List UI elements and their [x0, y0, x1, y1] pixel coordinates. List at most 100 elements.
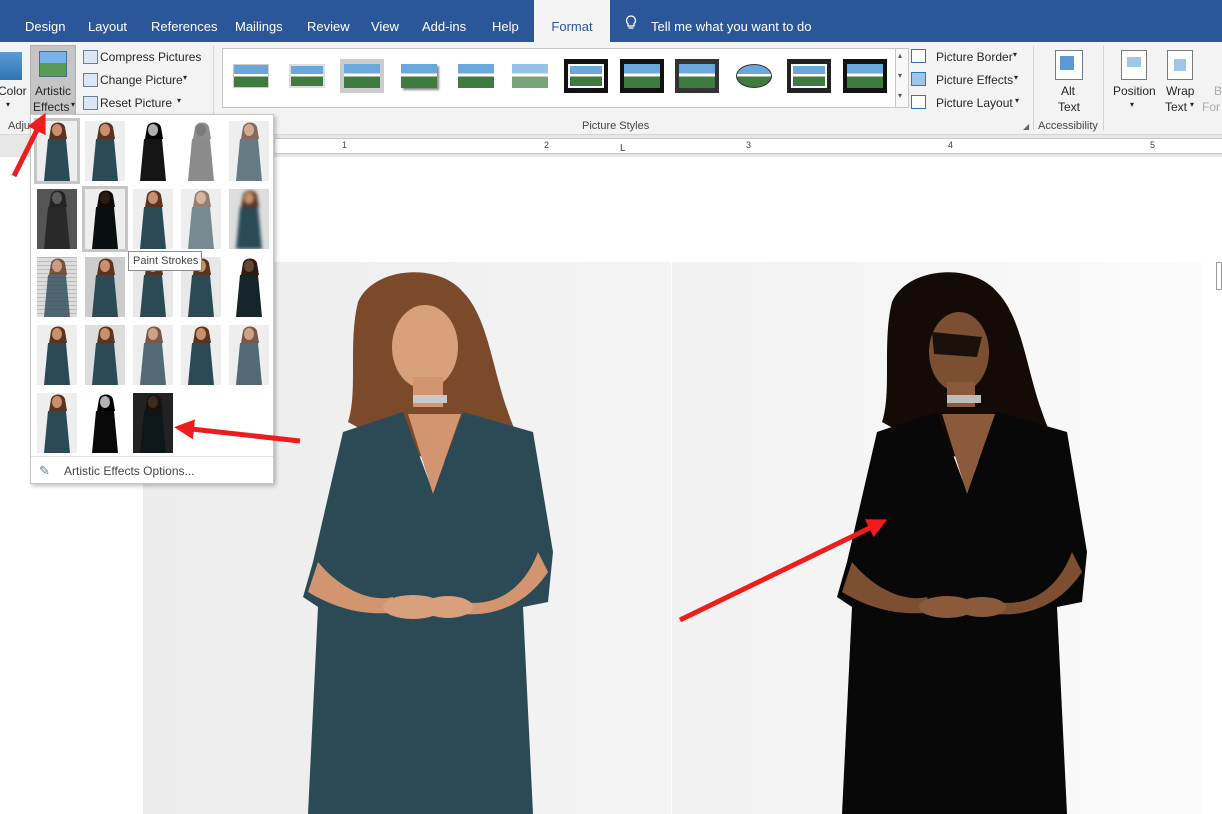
tab-design[interactable]: Design: [25, 0, 65, 42]
picture-styles-gallery: [222, 48, 896, 108]
position-dropdown-icon[interactable]: ▾: [1130, 100, 1134, 109]
effect-paint-brush[interactable]: [37, 189, 77, 249]
artistic-effects-label-2: Effects: [33, 100, 70, 114]
picture-border-icon: [911, 49, 926, 63]
effect-plastic-wrap[interactable]: [133, 325, 173, 385]
tell-me-search[interactable]: Tell me what you want to do: [625, 0, 811, 42]
style-reflected[interactable]: [454, 59, 498, 93]
picture-effects-button[interactable]: Picture Effects: [936, 73, 1013, 87]
change-picture-icon: [83, 73, 98, 87]
effect-glow-edges[interactable]: [37, 393, 77, 453]
bring-forward-label-2[interactable]: For: [1202, 100, 1220, 114]
effect-pastels-smooth[interactable]: [85, 325, 125, 385]
picture-effects-icon: [911, 72, 926, 86]
ruler-number: 5: [1150, 140, 1156, 150]
tab-stop-marker[interactable]: L: [620, 143, 626, 154]
ruler-number: 1: [342, 140, 348, 150]
style-compound-frame[interactable]: [787, 59, 831, 93]
style-oval[interactable]: [732, 59, 776, 93]
layout-options-icon[interactable]: [1216, 262, 1222, 290]
artistic-effects-label-1: Artistic: [35, 84, 71, 98]
ruler-number: 3: [746, 140, 752, 150]
compress-pictures-icon: [83, 50, 98, 64]
picture-styles-group-label: Picture Styles: [582, 120, 650, 132]
tab-review[interactable]: Review: [307, 0, 350, 42]
accessibility-group-label: Accessibility: [1038, 120, 1098, 132]
reset-picture-dropdown-icon[interactable]: ▾: [177, 96, 181, 105]
artistic-effects-dropdown-icon: ▾: [71, 100, 76, 109]
color-dropdown-icon[interactable]: ▾: [6, 100, 10, 109]
style-simple-frame-black[interactable]: [675, 59, 719, 93]
artistic-effects-options-item[interactable]: ✎ Artistic Effects Options...: [31, 456, 273, 484]
tell-me-text: Tell me what you want to do: [651, 19, 812, 34]
compress-pictures-button[interactable]: Compress Pictures: [100, 50, 201, 64]
style-soft-edge[interactable]: [508, 59, 552, 93]
position-icon: [1121, 50, 1147, 80]
picture-effects-dropdown-icon[interactable]: ▾: [1014, 73, 1018, 82]
tab-help[interactable]: Help: [492, 0, 519, 42]
reset-picture-button[interactable]: Reset Picture: [100, 96, 172, 110]
effect-chalk-sketch[interactable]: [229, 121, 269, 181]
group-divider: [1033, 46, 1034, 130]
reset-picture-icon: [83, 96, 98, 110]
tab-layout[interactable]: Layout: [88, 0, 127, 42]
effect-crisscross-etching[interactable]: [37, 325, 77, 385]
change-picture-dropdown-icon[interactable]: ▾: [183, 73, 187, 82]
effect-line-drawing[interactable]: [181, 121, 221, 181]
effect-blur[interactable]: [229, 189, 269, 249]
style-metal-frame[interactable]: [340, 59, 384, 93]
picture-layout-icon: [911, 95, 926, 109]
style-double-frame-black[interactable]: [564, 59, 608, 93]
wrap-text-icon: [1167, 50, 1193, 80]
picture-layout-dropdown-icon[interactable]: ▾: [1015, 96, 1019, 105]
effect-mosaic-bubbles[interactable]: [85, 257, 125, 317]
alt-text-label-2[interactable]: Text: [1058, 100, 1080, 114]
effect-pencil-grayscale[interactable]: [133, 121, 173, 181]
bring-forward-label-1[interactable]: B: [1214, 84, 1222, 98]
effect-watercolor[interactable]: [181, 189, 221, 249]
effect-marker[interactable]: [85, 121, 125, 181]
alt-text-label-1[interactable]: Alt: [1061, 84, 1075, 98]
ribbon-tab-bar: Design Layout References Mailings Review…: [0, 0, 1222, 42]
effect-texturizer[interactable]: [229, 257, 269, 317]
group-divider: [1103, 46, 1104, 130]
picture-layout-button[interactable]: Picture Layout: [936, 96, 1013, 110]
paintbrush-icon: ✎: [39, 463, 50, 478]
picture-border-button[interactable]: Picture Border: [936, 50, 1013, 64]
wrap-text-label-1[interactable]: Wrap: [1166, 84, 1194, 98]
artistic-effects-options-label: Artistic Effects Options...: [64, 464, 195, 478]
ruler-number: 4: [948, 140, 954, 150]
effect-none[interactable]: [34, 118, 80, 184]
dialog-launcher-icon[interactable]: ◢: [1023, 122, 1029, 131]
color-button[interactable]: Color: [0, 84, 27, 98]
style-thick-matte-black[interactable]: [620, 59, 664, 93]
effect-photocopy[interactable]: [85, 393, 125, 453]
position-button[interactable]: Position: [1113, 84, 1156, 98]
style-moderate-frame[interactable]: [843, 59, 887, 93]
color-icon[interactable]: [0, 52, 22, 80]
tooltip-paint-strokes: Paint Strokes: [128, 251, 202, 271]
style-beveled-matte[interactable]: [285, 59, 329, 93]
effect-film-grain[interactable]: [37, 257, 77, 317]
cutout-effect-photo[interactable]: [672, 262, 1202, 814]
ruler-number: 2: [544, 140, 550, 150]
effect-photocopy-light[interactable]: [229, 325, 269, 385]
picture-border-dropdown-icon[interactable]: ▾: [1013, 50, 1017, 59]
tab-mailings[interactable]: Mailings: [235, 0, 283, 42]
effect-paint-strokes[interactable]: [133, 189, 173, 249]
tab-view[interactable]: View: [371, 0, 399, 42]
gallery-scroll[interactable]: ▴ ▾ ▾: [895, 48, 909, 108]
wrap-text-dropdown-icon[interactable]: ▾: [1190, 100, 1194, 109]
artistic-effects-icon: [39, 51, 67, 77]
change-picture-button[interactable]: Change Picture: [100, 73, 183, 87]
effect-glow-diffused[interactable]: [82, 186, 128, 252]
tab-references[interactable]: References: [151, 0, 217, 42]
artistic-effects-gallery: ✎ Artistic Effects Options...: [30, 114, 274, 484]
effect-cutout[interactable]: [133, 393, 173, 453]
style-simple-frame[interactable]: [229, 59, 273, 93]
wrap-text-label-2[interactable]: Text: [1165, 100, 1187, 114]
tab-format[interactable]: Format: [534, 0, 610, 42]
tab-add-ins[interactable]: Add-ins: [422, 0, 466, 42]
style-drop-shadow[interactable]: [397, 59, 441, 93]
effect-cutout-small[interactable]: [181, 325, 221, 385]
